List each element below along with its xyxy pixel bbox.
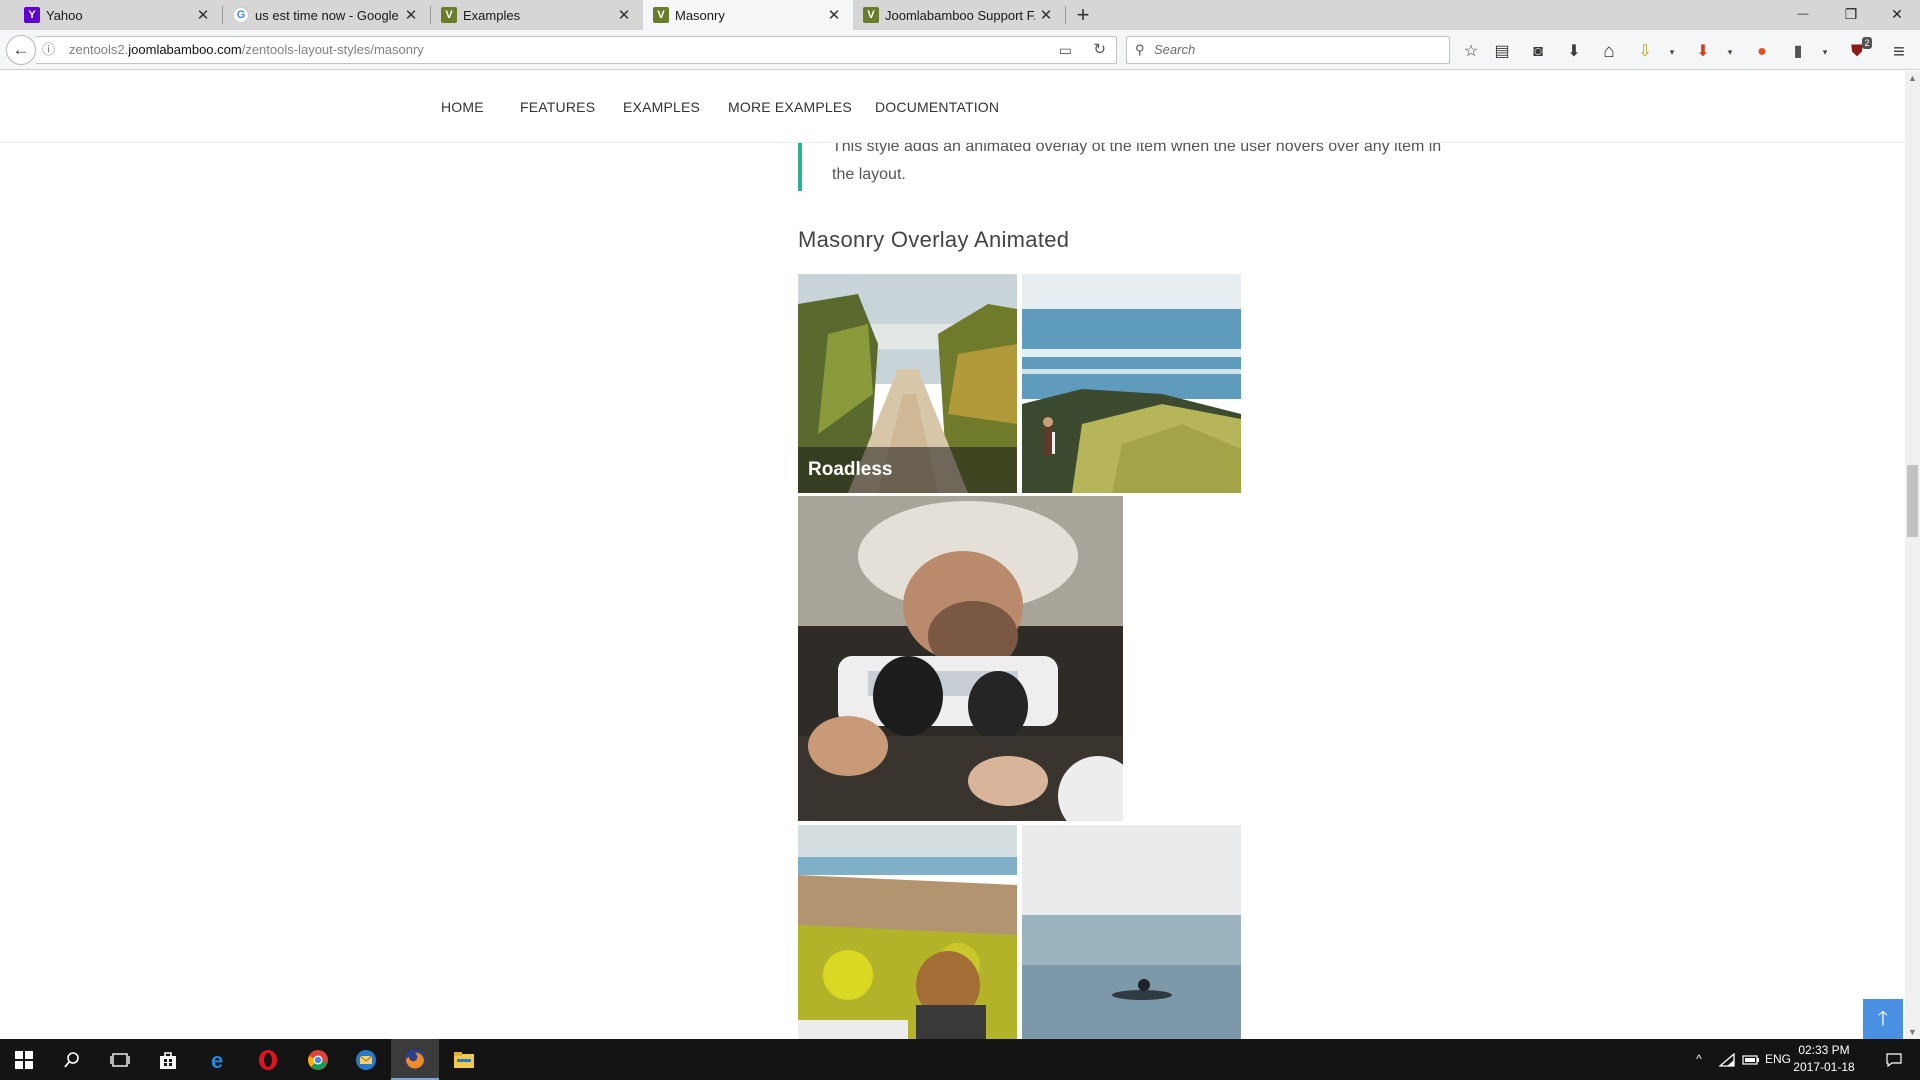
search-bar[interactable]: ⚲ Search (1126, 36, 1450, 64)
tab-examples[interactable]: V Examples ✕ (431, 0, 643, 30)
minimize-button[interactable]: — (1780, 0, 1826, 30)
clock-date: 2017-01-18 (1793, 1060, 1855, 1074)
search-icon: ⚲ (1135, 42, 1145, 57)
ublock-badge: 2 (1862, 37, 1872, 49)
masonry-item-roadless[interactable]: Roadless (798, 274, 1017, 493)
web-page: HOME FEATURES EXAMPLES MORE EXAMPLES DOC… (0, 71, 1905, 1039)
extension-dropdown-icon[interactable]: ▾ (1666, 40, 1678, 64)
file-explorer-icon[interactable] (440, 1039, 488, 1080)
edge-icon[interactable]: e (196, 1039, 244, 1080)
tab-title: Joomlabamboo Support F... (885, 7, 1035, 23)
opera-icon[interactable] (244, 1039, 292, 1080)
url-prefix: zentools2. (69, 42, 129, 57)
extension-arrow-icon[interactable]: ⬇ (1691, 40, 1715, 64)
tab-google[interactable]: G us est time now - Google ... ✕ (223, 0, 430, 30)
tab-title: Masonry (675, 7, 725, 23)
page-scrollbar[interactable]: ▲ ▼ (1905, 71, 1920, 1039)
reload-icon[interactable]: ↻ (1093, 37, 1106, 63)
joomlabamboo-icon: V (653, 7, 669, 23)
search-placeholder: Search (1154, 42, 1196, 57)
chrome-icon[interactable] (294, 1039, 342, 1080)
joomlabamboo-icon: V (441, 7, 457, 23)
url-bar[interactable]: ⓘ zentools2.joomlabamboo.com/zentools-la… (36, 36, 1117, 64)
thunderbird-icon[interactable] (342, 1039, 390, 1080)
tab-close-icon[interactable]: ✕ (613, 6, 635, 24)
pocket-icon[interactable]: ◙ (1526, 40, 1550, 64)
section-title: Masonry Overlay Animated (798, 227, 1070, 252)
tab-close-icon[interactable]: ✕ (400, 6, 422, 24)
extension-dropdown-icon[interactable]: ▾ (1819, 40, 1831, 64)
firefox-icon[interactable] (391, 1039, 439, 1080)
back-button[interactable]: ← (6, 35, 36, 65)
windows-taskbar: e ^ ENG 02:33 PM 2017-01-18 (0, 1039, 1920, 1080)
scroll-down-icon[interactable]: ▼ (1905, 1027, 1920, 1037)
tab-divider (1065, 6, 1066, 24)
reader-view-icon[interactable]: ▭ (1059, 37, 1072, 63)
restore-button[interactable]: ❐ (1828, 0, 1874, 30)
hamburger-menu-icon[interactable]: ≡ (1887, 40, 1911, 64)
masonry-item-coastal-surfer[interactable] (1022, 274, 1241, 493)
nav-home[interactable]: HOME (441, 99, 484, 115)
tab-title: Yahoo (46, 7, 83, 23)
scroll-up-icon[interactable]: ▲ (1905, 73, 1920, 83)
bookmark-star-icon[interactable]: ☆ (1459, 40, 1483, 64)
tab-yahoo[interactable]: Y Yahoo ✕ (14, 0, 222, 30)
notifications-icon[interactable] (1874, 1039, 1914, 1080)
tab-close-icon[interactable]: ✕ (192, 6, 214, 24)
close-window-button[interactable]: ✕ (1874, 0, 1920, 30)
cliff-surfer-photo (798, 825, 1017, 1039)
cafe-man-photo (798, 496, 1123, 821)
item-caption: Roadless (808, 459, 893, 480)
network-icon[interactable] (1716, 1039, 1738, 1080)
clipboard-icon[interactable]: ▮ (1786, 40, 1810, 64)
url-domain: joomlabamboo.com (128, 42, 242, 57)
language-indicator[interactable]: ENG (1764, 1039, 1792, 1080)
google-icon: G (233, 7, 249, 23)
system-clock[interactable]: 02:33 PM 2017-01-18 (1792, 1042, 1856, 1076)
home-icon[interactable]: ⌂ (1597, 40, 1621, 64)
download-helper-icon[interactable]: ⇩ (1633, 40, 1657, 64)
nav-examples[interactable]: EXAMPLES (623, 99, 700, 115)
colorful-extension-icon[interactable]: ● (1750, 40, 1774, 64)
navigation-toolbar: ← ⓘ zentools2.joomlabamboo.com/zentools-… (0, 30, 1920, 70)
task-view-icon[interactable] (96, 1039, 144, 1080)
masonry-item-cliff-surfer[interactable] (798, 825, 1017, 1039)
item-caption-overlay: Roadless (798, 447, 1017, 493)
tray-chevron-icon[interactable]: ^ (1690, 1039, 1708, 1080)
nav-more-examples[interactable]: MORE EXAMPLES (728, 99, 852, 115)
nav-features[interactable]: FEATURES (520, 99, 595, 115)
tab-strip: Y Yahoo ✕ G us est time now - Google ...… (0, 0, 1920, 30)
cortana-search-icon[interactable] (48, 1039, 96, 1080)
masonry-item-cafe-man[interactable] (798, 496, 1123, 821)
start-button-icon[interactable] (0, 1039, 48, 1080)
tab-close-icon[interactable]: ✕ (823, 6, 845, 24)
coastal-surfer-photo (1022, 274, 1241, 493)
nav-documentation[interactable]: DOCUMENTATION (875, 99, 999, 115)
ocean-surfer-photo (1022, 825, 1241, 1039)
tab-title: us est time now - Google ... (255, 7, 400, 23)
svg-text:e: e (211, 1049, 223, 1071)
tab-masonry[interactable]: V Masonry ✕ (643, 0, 853, 30)
extension-dropdown-icon[interactable]: ▾ (1724, 40, 1736, 64)
back-to-top-button[interactable]: 🡑 (1863, 999, 1903, 1039)
store-icon[interactable] (144, 1039, 192, 1080)
joomlabamboo-icon: V (863, 7, 879, 23)
battery-icon[interactable] (1740, 1039, 1762, 1080)
scrollbar-thumb[interactable] (1907, 465, 1918, 537)
clock-time: 02:33 PM (1798, 1043, 1850, 1057)
yahoo-icon: Y (24, 7, 40, 23)
new-tab-button[interactable]: + (1070, 0, 1096, 30)
site-info-icon[interactable]: ⓘ (42, 37, 55, 63)
site-navigation: HOME FEATURES EXAMPLES MORE EXAMPLES DOC… (0, 71, 1905, 143)
downloads-icon[interactable]: ⬇ (1562, 40, 1586, 64)
url-text[interactable]: zentools2.joomlabamboo.com/zentools-layo… (69, 37, 424, 63)
tab-title: Examples (463, 7, 521, 23)
tab-close-icon[interactable]: ✕ (1035, 6, 1057, 24)
url-path: /zentools-layout-styles/masonry (241, 42, 424, 57)
bookmarks-library-icon[interactable]: ▤ (1490, 40, 1514, 64)
masonry-item-ocean-surfer[interactable] (1022, 825, 1241, 1039)
tab-joomlabamboo-support[interactable]: V Joomlabamboo Support F... ✕ (853, 0, 1065, 30)
